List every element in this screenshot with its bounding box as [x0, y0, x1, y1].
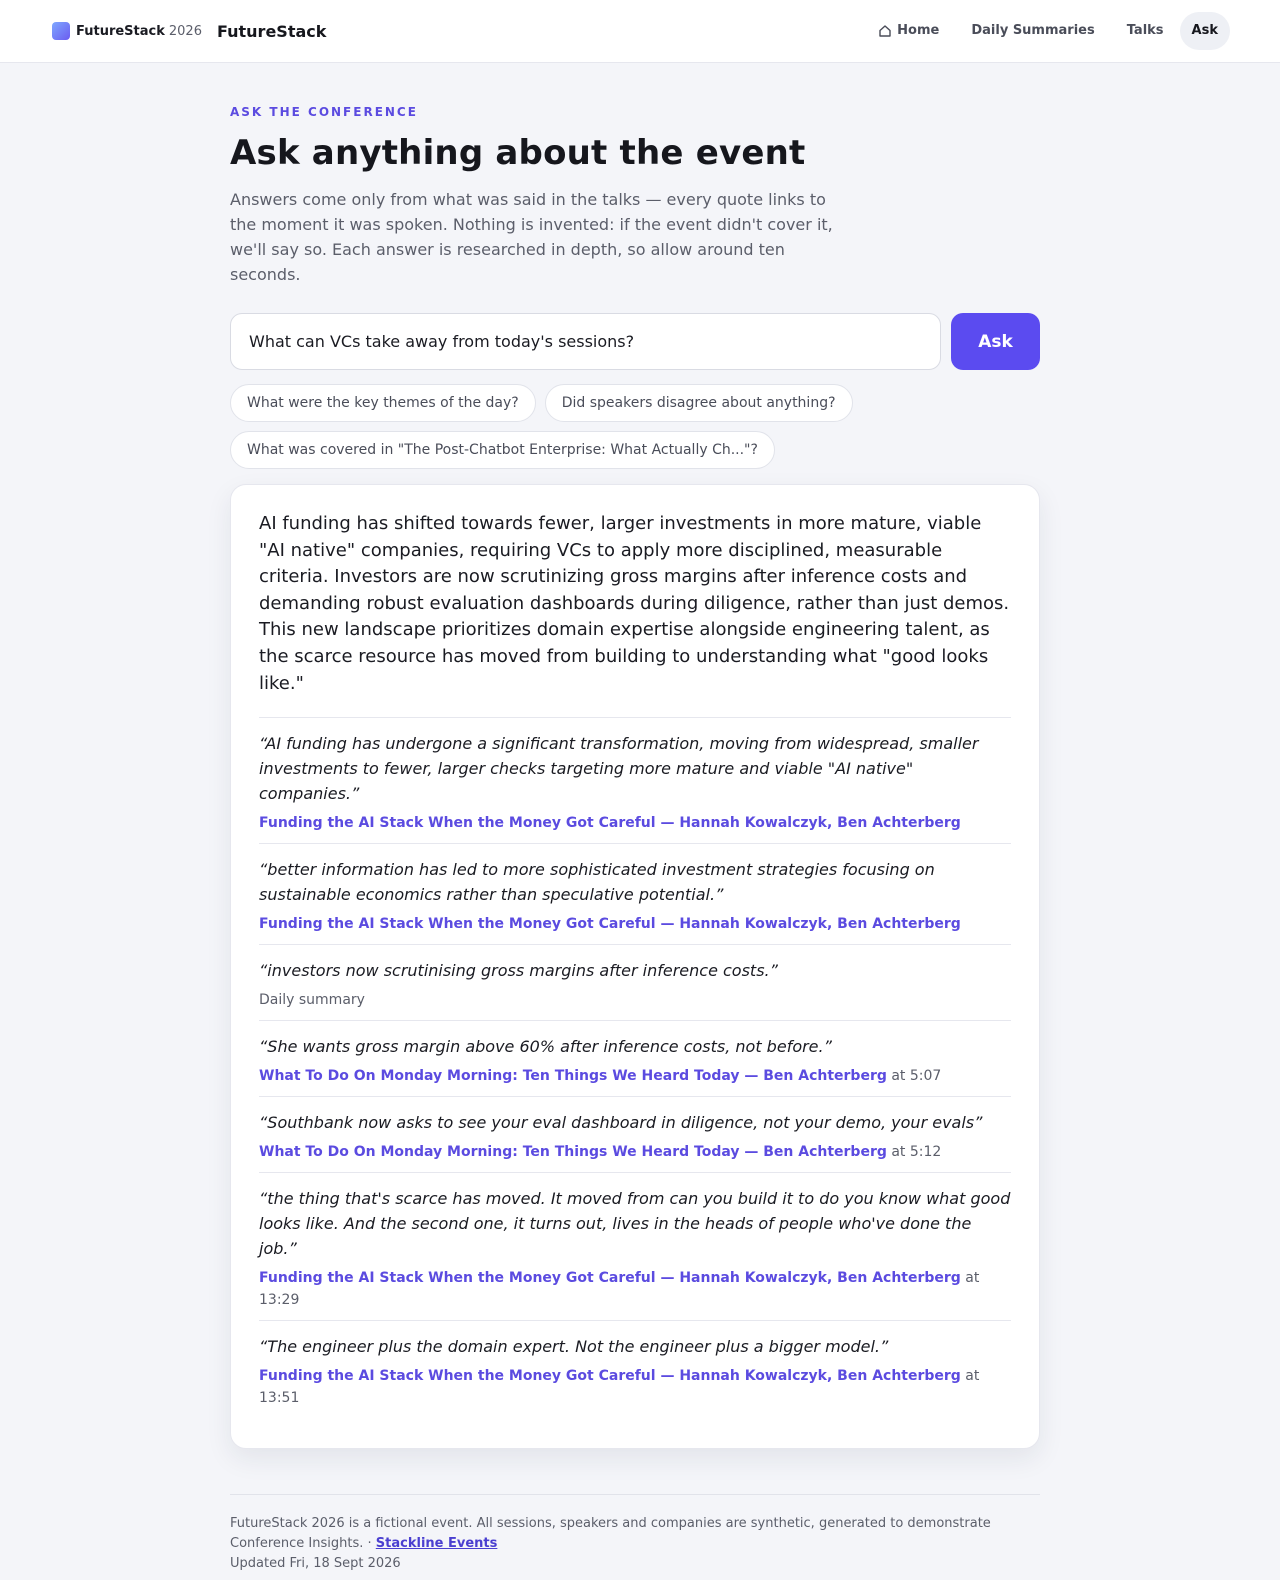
talk-link[interactable]: Funding the AI Stack When the Money Got … [259, 1270, 961, 1286]
nav-item-label: Daily Summaries [971, 23, 1095, 38]
nav-item-label: Ask [1191, 23, 1218, 38]
timestamp: at 5:07 [886, 1068, 942, 1085]
talk-link[interactable]: Funding the AI Stack When the Money Got … [259, 815, 961, 831]
quote-item: “The engineer plus the domain expert. No… [259, 1321, 1011, 1418]
quote-text: “better information has led to more soph… [259, 860, 935, 905]
quote-text: “She wants gross margin above 60% after … [259, 1037, 832, 1057]
question-input[interactable] [230, 313, 941, 370]
talk-link[interactable]: What To Do On Monday Morning: Ten Things… [259, 1068, 887, 1084]
footer-text: FutureStack 2026 is a fictional event. A… [230, 1516, 991, 1552]
suggestion-chip[interactable]: Did speakers disagree about anything? [544, 384, 853, 422]
quote-text: “Southbank now asks to see your eval das… [259, 1113, 983, 1133]
suggestion-chip[interactable]: What were the key themes of the day? [230, 384, 536, 422]
quote-citation: What To Do On Monday Morning: Ten Things… [259, 1065, 1011, 1087]
section-eyebrow: ASK THE CONFERENCE [230, 105, 418, 119]
stackline-events-link[interactable]: Stackline Events [376, 1536, 498, 1551]
footer-disclaimer: FutureStack 2026 is a fictional event. A… [230, 1514, 1010, 1554]
quote-text: “investors now scrutinising gross margin… [259, 961, 778, 981]
quote-item: “Southbank now asks to see your eval das… [259, 1097, 1011, 1174]
quote-item: “She wants gross margin above 60% after … [259, 1021, 1011, 1098]
answer-card: AI funding has shifted towards fewer, la… [230, 484, 1040, 1450]
brand-year: 2026 [168, 23, 202, 39]
quote-citation: What To Do On Monday Morning: Ten Things… [259, 1141, 1011, 1163]
quote-item: “better information has led to more soph… [259, 844, 1011, 946]
logo-icon [52, 22, 70, 40]
page-intro: Answers come only from what was said in … [230, 190, 833, 284]
quote-text: “The engineer plus the domain expert. No… [259, 1337, 889, 1357]
quote-citation: Funding the AI Stack When the Money Got … [259, 812, 1011, 834]
quote-item: “AI funding has undergone a significant … [259, 718, 1011, 845]
nav-item-ask[interactable]: Ask [1179, 12, 1230, 50]
top-navigation-bar: FutureStack 2026 FutureStack Home Daily … [0, 0, 1280, 63]
answer-summary: AI funding has shifted towards fewer, la… [259, 513, 1010, 694]
main-content: ASK THE CONFERENCE Ask anything about th… [230, 63, 1040, 1574]
nav-item-home[interactable]: Home [862, 12, 955, 50]
page-footer: FutureStack 2026 is a fictional event. A… [230, 1494, 1040, 1574]
nav-item-label: Talks [1126, 23, 1164, 38]
quote-citation: Funding the AI Stack When the Money Got … [259, 1365, 1011, 1409]
suggested-questions: What were the key themes of the day? Did… [230, 384, 870, 478]
ask-form: Ask [230, 313, 1040, 370]
quote-item: “investors now scrutinising gross margin… [259, 945, 1011, 1022]
brand[interactable]: FutureStack 2026 [52, 22, 202, 40]
nav-item-label: Home [897, 23, 940, 38]
talk-link[interactable]: Funding the AI Stack When the Money Got … [259, 916, 961, 932]
quote-text: “the thing that's scarce has moved. It m… [259, 1189, 1011, 1259]
nav-item-talks[interactable]: Talks [1111, 12, 1180, 50]
suggestion-chip[interactable]: What was covered in "The Post-Chatbot En… [230, 431, 775, 469]
brand-name: FutureStack [76, 23, 165, 39]
home-icon [879, 25, 891, 37]
updated-date: Updated Fri, 18 Sept 2026 [230, 1556, 401, 1572]
nav-item-daily-summaries[interactable]: Daily Summaries [955, 12, 1110, 50]
timestamp: at 5:12 [886, 1144, 942, 1161]
site-title[interactable]: FutureStack [217, 22, 326, 41]
quote-citation: Daily summary [259, 989, 1011, 1011]
quote-text: “AI funding has undergone a significant … [259, 734, 979, 804]
talk-link[interactable]: Funding the AI Stack When the Money Got … [259, 1368, 961, 1384]
quote-citation: Funding the AI Stack When the Money Got … [259, 1267, 1011, 1311]
page-title: Ask anything about the event [230, 133, 806, 173]
source-label: Daily summary [259, 992, 365, 1009]
talk-link[interactable]: What To Do On Monday Morning: Ten Things… [259, 1144, 887, 1160]
main-nav: Home Daily Summaries Talks Ask [862, 12, 1230, 50]
quote-citation: Funding the AI Stack When the Money Got … [259, 913, 1011, 935]
ask-button[interactable]: Ask [951, 313, 1040, 370]
quote-item: “the thing that's scarce has moved. It m… [259, 1173, 1011, 1322]
